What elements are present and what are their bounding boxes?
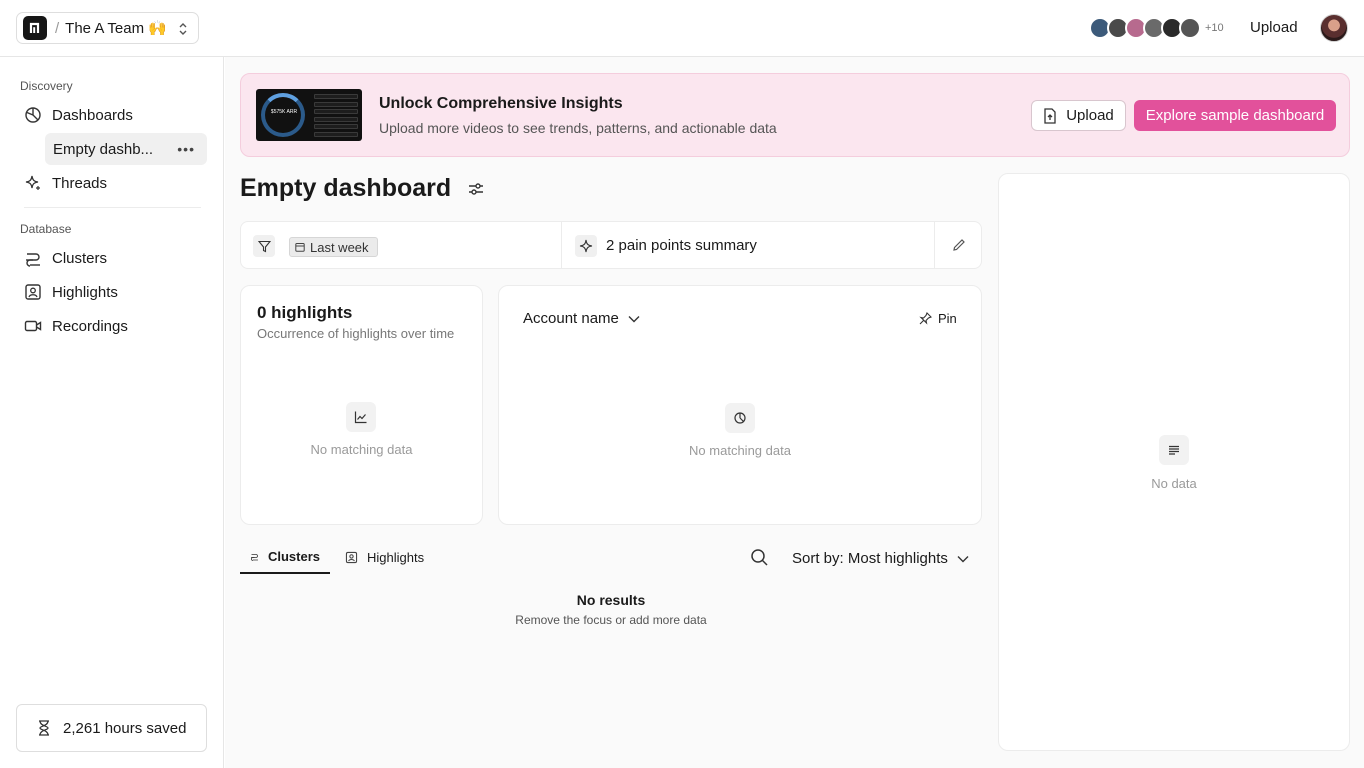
file-upload-icon [1044,107,1056,124]
sidebar-item-label: Empty dashb... [53,140,154,158]
sidebar: Discovery Dashboards Empty dashb... ••• … [0,57,224,768]
pin-icon [919,312,932,325]
filter-icon[interactable] [253,235,275,257]
settings-sliders-icon[interactable] [467,180,485,198]
team-switcher[interactable]: / The A Team 🙌 [16,12,199,44]
sample-dashboard-thumbnail: $575K ARR [256,89,362,141]
highlights-subtitle: Occurrence of highlights over time [257,326,455,341]
account-card: Account name Pin No matching data [498,285,982,525]
hourglass-icon [39,720,49,736]
highlights-card: 0 highlights Occurrence of highlights ov… [240,285,483,525]
filter-divider [934,222,935,268]
chevron-down-icon [628,315,640,322]
text-lines-icon [1159,435,1189,465]
explore-sample-dashboard-button[interactable]: Explore sample dashboard [1134,100,1336,131]
more-options-icon[interactable]: ••• [177,141,195,157]
pencil-icon[interactable] [951,237,967,253]
account-name-dropdown[interactable]: Account name [523,310,641,327]
thumbnail-list [314,94,358,139]
tab-label: Highlights [367,550,425,565]
highlights-count: 0 highlights [257,303,353,322]
team-name: The A Team 🙌 [65,20,167,37]
sort-label: Sort by: Most highlights [792,550,948,567]
chevron-up-down-icon [179,23,187,35]
banner-title: Unlock Comprehensive Insights [379,95,623,112]
clusters-icon [250,554,258,561]
hours-saved-label: 2,261 hours saved [63,719,187,737]
upsell-banner: $575K ARR Unlock Comprehensive Insights … [240,73,1350,157]
page-title: Empty dashboard [240,174,452,202]
date-range-label: Last week [310,239,369,255]
video-camera-icon [24,320,42,332]
sort-dropdown[interactable]: Sort by: Most highlights [792,550,970,567]
search-icon[interactable] [750,548,769,567]
tab-highlights[interactable]: Highlights [335,541,434,574]
pin-button[interactable]: Pin [919,311,957,326]
hours-saved-badge[interactable]: 2,261 hours saved [16,704,207,752]
no-results-subtitle: Remove the focus or add more data [515,613,707,627]
sparkle-icon [25,175,40,190]
breadcrumb-separator: / [55,19,60,37]
sidebar-item-dashboards[interactable]: Dashboards [24,100,133,130]
sidebar-item-label: Dashboards [52,106,133,124]
chevron-down-icon [957,555,969,562]
tab-clusters[interactable]: Clusters [240,541,330,574]
members-more-count: +10 [1205,22,1224,34]
sidebar-item-highlights[interactable]: Highlights [24,277,118,307]
section-label-discovery: Discovery [20,79,73,93]
sidebar-item-label: Threads [52,174,108,192]
clusters-icon [26,253,40,267]
dashboard-icon [25,107,41,123]
sidebar-divider [24,207,201,208]
sidebar-item-label: Recordings [52,317,128,335]
pain-points-summary[interactable]: 2 pain points summary [606,237,757,254]
upload-link[interactable]: Upload [1250,19,1298,36]
line-chart-icon [346,402,376,432]
member-avatars[interactable]: +10 [1089,17,1224,39]
highlight-portrait-icon [25,284,41,300]
filter-divider [561,222,562,268]
sidebar-item-clusters[interactable]: Clusters [24,243,107,273]
main-content: $575K ARR Unlock Comprehensive Insights … [225,57,1364,768]
sidebar-item-empty-dashboard[interactable]: Empty dashb... ••• [45,133,207,165]
sidebar-item-label: Clusters [52,249,108,267]
filter-bar: Last week 2 pain points summary [240,221,982,269]
date-range-chip[interactable]: Last week [289,237,378,257]
banner-subtitle: Upload more videos to see trends, patter… [379,120,777,136]
summary-panel: No data [998,173,1350,751]
empty-state-text: No matching data [689,443,791,458]
calendar-icon [295,243,305,252]
empty-state-text: No matching data [310,442,413,457]
pin-label: Pin [938,311,957,326]
sidebar-item-recordings[interactable]: Recordings [24,311,128,341]
section-label-database: Database [20,222,72,236]
empty-state-text: No data [1151,476,1197,491]
user-avatar[interactable] [1320,14,1348,42]
tab-label: Clusters [267,549,320,564]
arr-ring-chart: $575K ARR [261,93,305,137]
no-results: No results Remove the focus or add more … [240,592,982,627]
pie-chart-icon [725,403,755,433]
ai-sparkle-icon [575,235,597,257]
app-logo-icon [23,16,47,40]
account-dropdown-label: Account name [523,310,619,327]
upload-button-label: Upload [1066,107,1114,124]
highlight-portrait-icon [345,551,358,564]
upload-button[interactable]: Upload [1031,100,1126,131]
sidebar-item-threads[interactable]: Threads [24,168,107,198]
thumbnail-arr-value: $575K ARR [270,109,298,115]
sidebar-item-label: Highlights [52,283,118,301]
top-bar: / The A Team 🙌 +10 Upload [0,0,1364,57]
no-results-title: No results [576,592,646,608]
avatar [1179,17,1201,39]
